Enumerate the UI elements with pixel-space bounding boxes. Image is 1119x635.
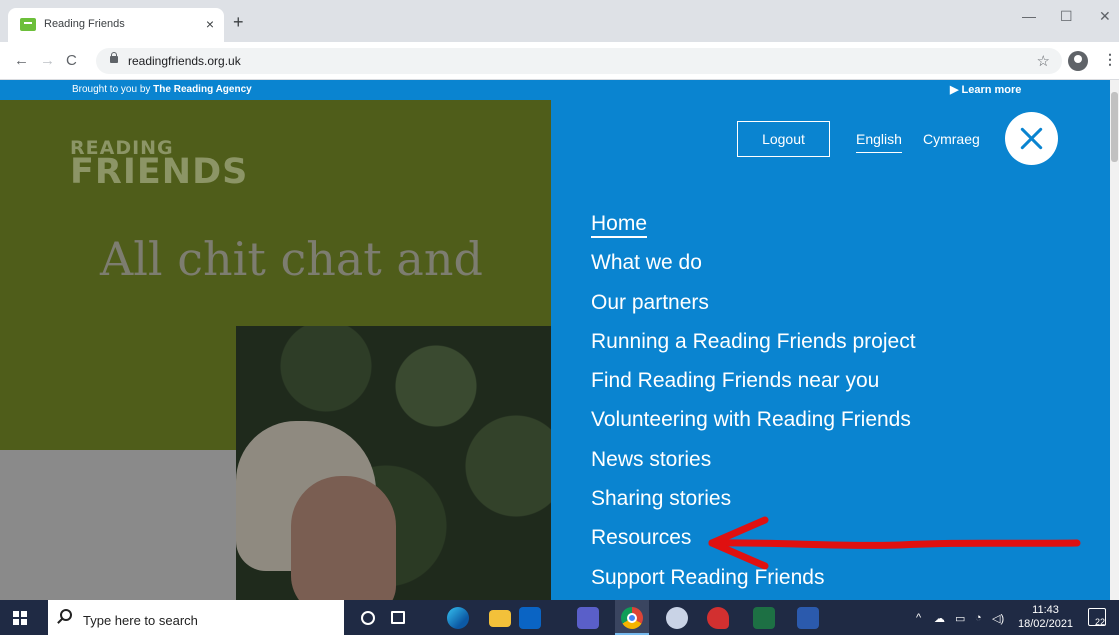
volume-icon[interactable]: ◁) [992, 612, 1004, 625]
nav-item-what-we-do[interactable]: What we do [591, 251, 916, 290]
browser-toolbar: ← → C readingfriends.org.uk ☆ ⋮ [0, 42, 1119, 80]
profile-avatar-icon[interactable] [1068, 51, 1088, 71]
hero-grey-band [0, 450, 236, 600]
clock-time: 11:43 [1032, 604, 1059, 616]
word-icon[interactable] [797, 607, 819, 629]
wifi-icon[interactable]: ◔ [975, 612, 982, 624]
nav-item-resources[interactable]: Resources [591, 526, 916, 565]
notification-center-icon[interactable]: 22 [1088, 608, 1106, 627]
new-tab-button[interactable]: + [233, 13, 244, 31]
language-english[interactable]: English [856, 131, 902, 153]
url-text[interactable]: readingfriends.org.uk [128, 54, 241, 68]
system-clock[interactable]: 11:43 18/02/2021 [1018, 603, 1073, 631]
search-placeholder: Type here to search [83, 613, 198, 628]
nav-item-news-stories[interactable]: News stories [591, 448, 916, 487]
photo-woman-face [291, 476, 396, 600]
reading-agency-link[interactable]: The Reading Agency [153, 84, 252, 95]
brought-to-you-by: Brought to you by The Reading Agency [72, 84, 252, 95]
main-nav-list: Home What we do Our partners Running a R… [591, 212, 916, 600]
hero-photo [236, 326, 551, 600]
hero-heading: All chit chat and [100, 232, 483, 286]
tab-title: Reading Friends [44, 18, 125, 30]
back-icon[interactable]: ← [14, 52, 29, 69]
windows-start-icon[interactable] [13, 611, 27, 625]
clock-date: 18/02/2021 [1018, 618, 1074, 630]
file-explorer-icon[interactable] [489, 610, 511, 627]
tab-close-icon[interactable]: × [206, 16, 214, 32]
nav-item-volunteering[interactable]: Volunteering with Reading Friends [591, 408, 916, 447]
language-welsh[interactable]: Cymraeg [923, 131, 980, 147]
bookmark-star-icon[interactable]: ☆ [1037, 52, 1050, 70]
windows-taskbar: Type here to search ^ ☁ ▭ ◔ ◁) 11:43 18/… [0, 600, 1119, 635]
browser-menu-icon[interactable]: ⋮ [1103, 51, 1117, 68]
learn-more-link[interactable]: ▶ Learn more [950, 83, 1021, 96]
battery-icon[interactable]: ▭ [955, 612, 965, 625]
site-logo-line2[interactable]: FRIENDS [70, 154, 248, 190]
address-bar[interactable]: readingfriends.org.uk ☆ [96, 48, 1062, 74]
nav-item-support[interactable]: Support Reading Friends [591, 566, 916, 600]
nav-item-running-project[interactable]: Running a Reading Friends project [591, 330, 916, 369]
browser-tab[interactable]: Reading Friends × [8, 8, 224, 42]
search-icon [60, 609, 72, 621]
task-view-icon[interactable] [391, 611, 405, 624]
teams-icon[interactable] [577, 607, 599, 629]
chrome-icon[interactable] [615, 600, 649, 635]
taskbar-search-box[interactable]: Type here to search [48, 600, 344, 635]
nav-item-home[interactable]: Home [591, 212, 916, 251]
tray-chevron-icon[interactable]: ^ [916, 612, 921, 624]
forward-icon[interactable]: → [40, 52, 55, 69]
excel-icon[interactable] [753, 607, 775, 629]
nav-item-find-near-you[interactable]: Find Reading Friends near you [591, 369, 916, 408]
minimize-icon[interactable]: — [1022, 8, 1036, 24]
web-page: Brought to you by The Reading Agency ▶ L… [0, 80, 1110, 600]
page-scrollbar[interactable] [1110, 80, 1119, 600]
window-close-icon[interactable]: ✕ [1099, 8, 1111, 25]
outlook-icon[interactable] [519, 607, 541, 629]
browser-tab-strip: Reading Friends × + — ☐ ✕ [0, 0, 1119, 42]
reload-icon[interactable]: C [66, 52, 77, 69]
logout-button[interactable]: Logout [737, 121, 830, 157]
nav-item-our-partners[interactable]: Our partners [591, 291, 916, 330]
navigation-menu-panel: Logout English Cymraeg Home What we do O… [551, 100, 1110, 600]
onedrive-icon[interactable]: ☁ [934, 612, 945, 625]
paint-3d-icon[interactable] [707, 607, 729, 629]
cortana-icon[interactable] [361, 611, 375, 625]
scrollbar-thumb[interactable] [1111, 92, 1118, 162]
edge-icon[interactable] [447, 607, 469, 629]
close-menu-icon[interactable] [1005, 112, 1058, 165]
lock-icon[interactable] [110, 52, 118, 63]
reading-friends-favicon-icon [20, 18, 36, 31]
nav-item-sharing-stories[interactable]: Sharing stories [591, 487, 916, 526]
snipping-tool-icon[interactable] [666, 607, 688, 629]
site-top-bar: Brought to you by The Reading Agency ▶ L… [0, 80, 1110, 100]
page-behind-overlay: READING FRIENDS All chit chat and [0, 100, 551, 600]
maximize-icon[interactable]: ☐ [1060, 8, 1073, 25]
